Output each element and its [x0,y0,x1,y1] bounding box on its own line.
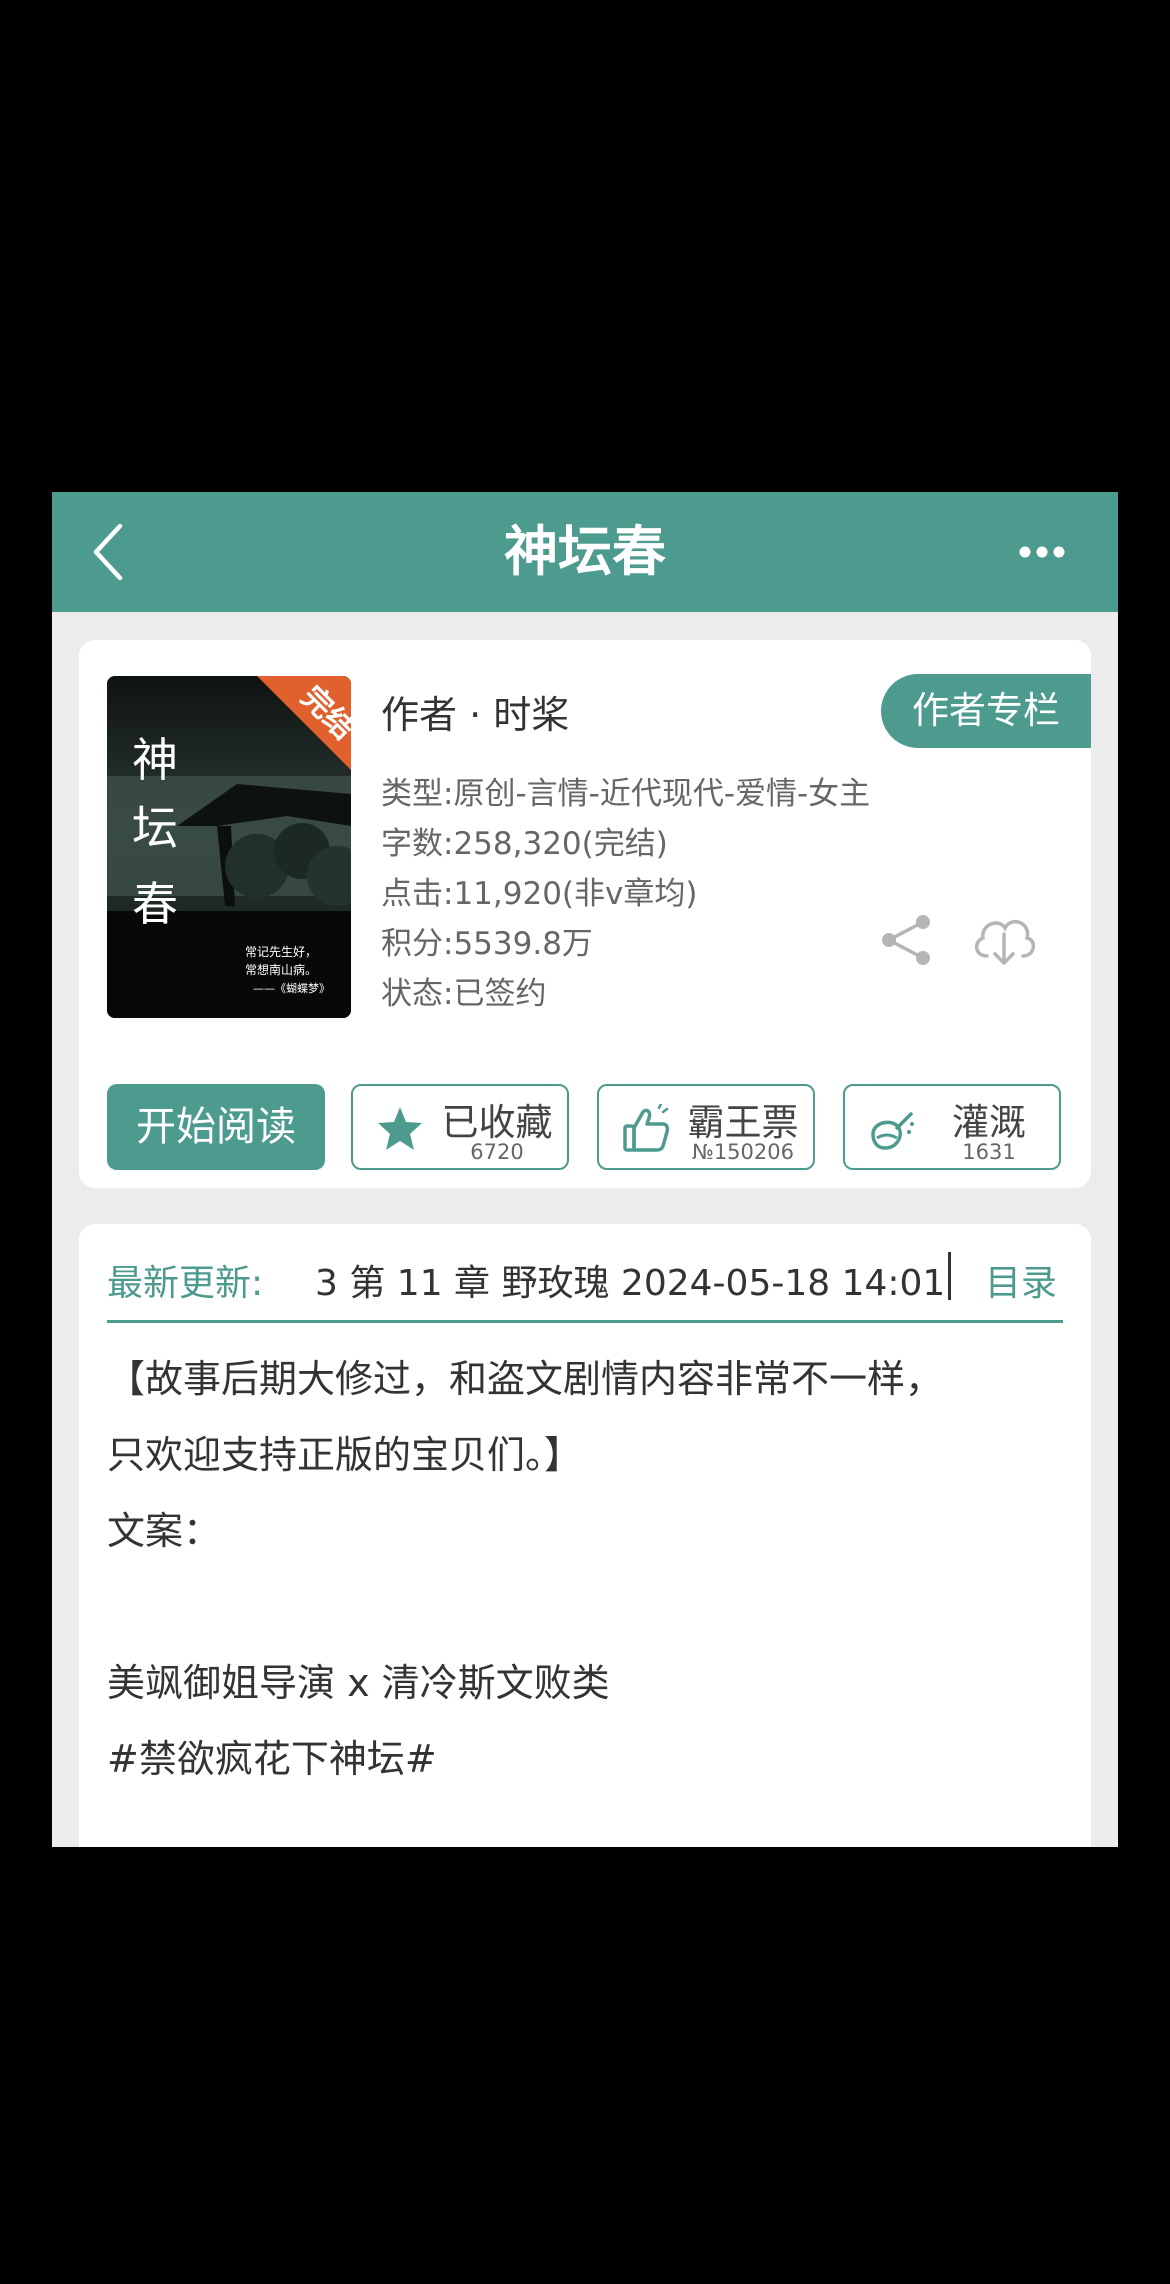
favorite-label: 已收藏 [441,1101,553,1144]
table-of-contents-link[interactable]: 目录 [985,1254,1057,1306]
description-line: #禁欲疯花下神坛# [107,1737,437,1781]
start-reading-button[interactable]: 开始阅读 [107,1084,325,1170]
cover-quote-line: 常想南山病。 [245,962,317,977]
cover-title-char: 春 [132,877,178,931]
watering-button[interactable]: 灌溉 1631 [843,1084,1061,1170]
book-word-count: 字数:258,320(完结) [381,826,668,862]
author-column-button[interactable]: 作者专栏 [881,674,1091,748]
watering-label: 灌溉 [952,1101,1026,1144]
nav-bar: 神坛春 [52,492,1118,612]
cover-art: 完结 神 坛 春 常记先生好， 常想南山病。 ——《蝴蝶梦》 [107,676,351,1018]
page-title: 神坛春 [504,520,666,583]
vote-label: 霸王票 [687,1101,799,1144]
book-detail-card: 最新更新: 3 第 11 章 野玫瑰 2024-05-18 14:01 目录 【… [79,1224,1091,1847]
thumbs-up-icon [623,1104,670,1152]
section-divider [107,1320,1063,1323]
app-screen: 神坛春 完结 神 坛 春 常记先生好， 常想南山病。 ——《蝴蝶梦》 作者 · … [52,492,1118,1847]
watering-count: 1631 [962,1140,1016,1164]
vote-count: №150206 [691,1140,794,1164]
cover-title-char: 坛 [132,801,178,855]
description-line: 只欢迎支持正版的宝贝们。】 [107,1433,583,1477]
share-icon[interactable] [879,912,935,968]
vote-button[interactable]: 霸王票 №150206 [597,1084,815,1170]
download-cloud-icon[interactable] [969,908,1039,970]
more-dots-icon[interactable] [1018,534,1066,570]
cover-quote-source: ——《蝴蝶梦》 [253,981,330,995]
cover-title-char: 神 [132,733,178,787]
latest-chapter-link[interactable]: 3 第 11 章 野玫瑰 2024-05-18 14:01 [315,1254,945,1306]
description-line: 美飒御姐导演 x 清冷斯文败类 [107,1661,610,1705]
latest-update-label: 最新更新: [107,1263,264,1304]
favorite-count: 6720 [470,1140,524,1164]
book-info-card: 完结 神 坛 春 常记先生好， 常想南山病。 ——《蝴蝶梦》 作者 · 时桨 作… [79,640,1091,1188]
back-arrow-icon[interactable] [80,520,144,584]
divider [948,1252,951,1300]
book-points: 积分:5539.8万 [381,926,593,962]
author-name[interactable]: 作者 · 时桨 [381,684,569,739]
watering-can-icon [871,1112,914,1150]
cover-quote-line: 常记先生好， [245,945,317,959]
book-cover[interactable]: 完结 神 坛 春 常记先生好， 常想南山病。 ——《蝴蝶梦》 [107,676,351,1018]
book-category: 类型:原创-言情-近代现代-爱情-女主 [381,776,871,812]
description-line: 文案： [107,1509,222,1553]
book-clicks: 点击:11,920(非v章均) [381,876,698,912]
book-status: 状态:已签约 [381,976,547,1012]
description-line: 【故事后期大修过，和盗文剧情内容非常不一样， [107,1357,944,1401]
favorite-button[interactable]: 已收藏 6720 [351,1084,569,1170]
star-icon [378,1107,422,1150]
